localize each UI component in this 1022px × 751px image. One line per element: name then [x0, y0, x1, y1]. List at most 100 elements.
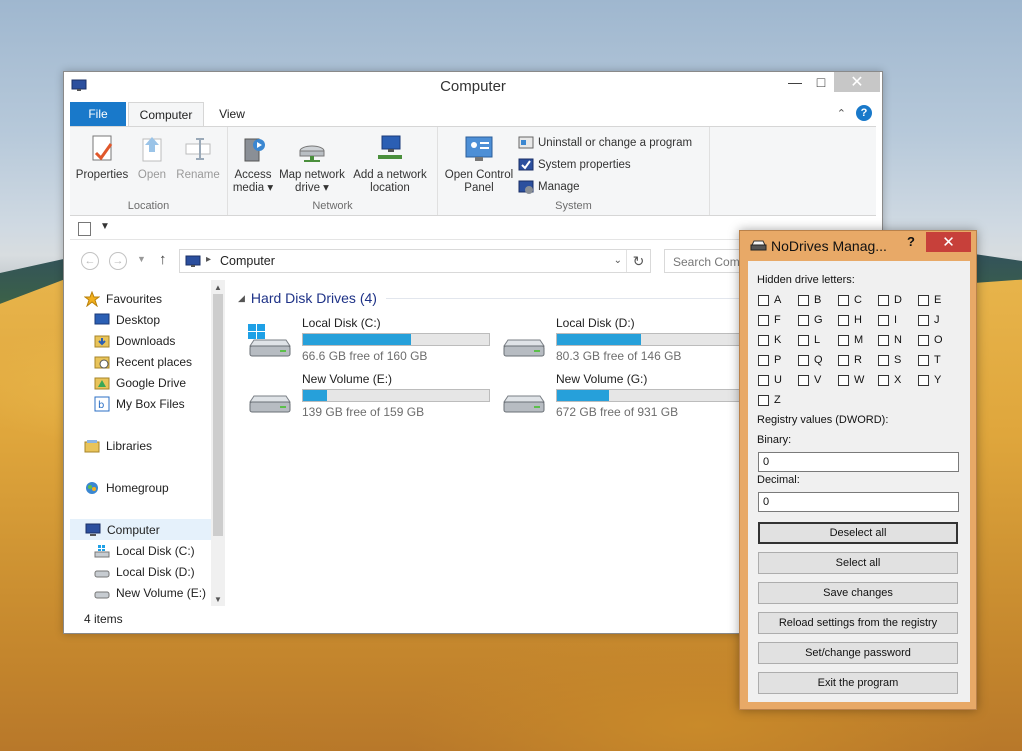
chevron-down-icon[interactable]: ⌄ — [614, 255, 622, 266]
checkbox-box[interactable] — [758, 294, 769, 306]
binary-field[interactable] — [758, 452, 959, 472]
scrollbar-thumb[interactable] — [213, 294, 223, 536]
drive-letter-checkbox[interactable]: A — [758, 294, 781, 306]
sidebar-item-homegroup[interactable]: Homegroup — [84, 477, 215, 498]
help-icon[interactable]: ? — [856, 105, 872, 121]
drive-letter-checkbox[interactable]: K — [758, 334, 781, 346]
set-password-button[interactable]: Set/change password — [758, 642, 958, 664]
reload-settings-button[interactable]: Reload settings from the registry — [758, 612, 958, 634]
checkbox-box[interactable] — [798, 374, 809, 386]
drive-letter-checkbox[interactable]: Y — [918, 374, 941, 386]
explorer-titlebar[interactable]: Computer — □ ✕ — [64, 72, 882, 101]
drive-letter-checkbox[interactable]: R — [838, 354, 862, 366]
checkbox-box[interactable] — [838, 294, 849, 306]
drive-letter-checkbox[interactable]: F — [758, 314, 781, 326]
address-bar[interactable]: ▸ Computer ⌄ ↻ — [179, 249, 651, 273]
drive-letter-checkbox[interactable]: Z — [758, 394, 781, 406]
drive-letter-checkbox[interactable]: C — [838, 294, 862, 306]
sidebar-item-google-drive[interactable]: Google Drive — [94, 372, 215, 393]
drive-tile[interactable]: Local Disk (C:) 66.6 GB free of 160 GB — [242, 316, 492, 366]
checkbox-box[interactable] — [878, 374, 889, 386]
forward-button[interactable]: → — [109, 252, 127, 270]
drive-letter-checkbox[interactable]: S — [878, 354, 901, 366]
drive-letter-checkbox[interactable]: W — [838, 374, 864, 386]
breadcrumb-chevron-icon[interactable]: ▸ — [206, 254, 211, 265]
sidebar-item-favourites[interactable]: Favourites — [84, 288, 215, 309]
drive-letter-checkbox[interactable]: N — [878, 334, 902, 346]
drive-letter-checkbox[interactable]: V — [798, 374, 821, 386]
checkbox-box[interactable] — [758, 394, 769, 406]
checkbox-box[interactable] — [798, 334, 809, 346]
drive-letter-checkbox[interactable]: T — [918, 354, 941, 366]
manage-button[interactable]: Manage — [518, 179, 580, 195]
drive-letter-checkbox[interactable]: X — [878, 374, 901, 386]
sidebar-item-local-disk-c[interactable]: Local Disk (C:) — [94, 540, 215, 561]
checkbox-box[interactable] — [838, 334, 849, 346]
open-button[interactable]: Open — [132, 133, 172, 182]
checkbox-box[interactable] — [878, 334, 889, 346]
maximize-button[interactable]: □ — [808, 72, 834, 92]
group-header[interactable]: ◢ Hard Disk Drives (4) — [238, 290, 377, 306]
drive-letter-checkbox[interactable]: B — [798, 294, 821, 306]
drive-letter-checkbox[interactable]: L — [798, 334, 820, 346]
access-media-button[interactable]: Access media ▾ — [232, 133, 274, 195]
sidebar-item-libraries[interactable]: Libraries — [84, 435, 215, 456]
tab-file[interactable]: File — [70, 102, 126, 126]
checkbox-box[interactable] — [878, 314, 889, 326]
checkbox-box[interactable] — [918, 374, 929, 386]
checkbox-box[interactable] — [878, 354, 889, 366]
drive-letter-checkbox[interactable]: J — [918, 314, 940, 326]
map-network-drive-button[interactable]: Map network drive ▾ — [276, 133, 348, 195]
checkbox-box[interactable] — [918, 354, 929, 366]
scroll-down-icon[interactable]: ▼ — [211, 592, 225, 606]
checkbox-box[interactable] — [838, 374, 849, 386]
checkbox-box[interactable] — [798, 294, 809, 306]
checkbox-box[interactable] — [918, 314, 929, 326]
exit-program-button[interactable]: Exit the program — [758, 672, 958, 694]
select-all-button[interactable]: Select all — [758, 552, 958, 574]
checkbox-box[interactable] — [838, 354, 849, 366]
save-changes-button[interactable]: Save changes — [758, 582, 958, 604]
checkbox-box[interactable] — [798, 354, 809, 366]
drive-letter-checkbox[interactable]: G — [798, 314, 823, 326]
drive-tile[interactable]: New Volume (G:) 672 GB free of 931 GB — [496, 372, 746, 422]
sidebar-item-new-volume-e[interactable]: New Volume (E:) — [94, 582, 215, 603]
recent-locations-icon[interactable]: ▼ — [137, 254, 146, 264]
drive-letter-checkbox[interactable]: Q — [798, 354, 823, 366]
deselect-all-button[interactable]: Deselect all — [758, 522, 958, 544]
sidebar-item-local-disk-d[interactable]: Local Disk (D:) — [94, 561, 215, 582]
sidebar-item-my-box-files[interactable]: b My Box Files — [94, 393, 215, 414]
checkbox-box[interactable] — [798, 314, 809, 326]
close-button[interactable]: ✕ — [834, 72, 880, 92]
refresh-button[interactable]: ↻ — [626, 250, 650, 272]
drive-letter-checkbox[interactable]: O — [918, 334, 943, 346]
checkbox-box[interactable] — [758, 374, 769, 386]
drive-tile[interactable]: Local Disk (D:) 80.3 GB free of 146 GB — [496, 316, 746, 366]
drive-letter-checkbox[interactable]: E — [918, 294, 941, 306]
close-button[interactable]: ✕ — [926, 232, 971, 252]
drive-letter-checkbox[interactable]: M — [838, 334, 863, 346]
sidebar-item-downloads[interactable]: Downloads — [94, 330, 215, 351]
scroll-up-icon[interactable]: ▲ — [211, 280, 225, 294]
checkbox-box[interactable] — [758, 314, 769, 326]
collapse-ribbon-icon[interactable]: ⌃ — [837, 107, 846, 120]
sidebar-item-computer[interactable]: Computer — [70, 519, 215, 540]
checkbox-box[interactable] — [758, 334, 769, 346]
drive-tile[interactable]: New Volume (E:) 139 GB free of 159 GB — [242, 372, 492, 422]
help-button[interactable]: ? — [907, 234, 915, 249]
checkbox-box[interactable] — [758, 354, 769, 366]
tab-computer[interactable]: Computer — [128, 102, 204, 127]
drive-letter-checkbox[interactable]: U — [758, 374, 782, 386]
drive-letter-checkbox[interactable]: I — [878, 314, 897, 326]
sidebar-item-desktop[interactable]: Desktop — [94, 309, 215, 330]
checkbox-box[interactable] — [918, 334, 929, 346]
add-network-location-button[interactable]: Add a network location — [350, 133, 430, 195]
system-properties-button[interactable]: System properties — [518, 157, 631, 173]
drive-letter-checkbox[interactable]: H — [838, 314, 862, 326]
back-button[interactable]: ← — [81, 252, 99, 270]
navigation-scrollbar[interactable]: ▲ ▼ — [211, 280, 225, 606]
checkbox-box[interactable] — [878, 294, 889, 306]
checkbox-box[interactable] — [918, 294, 929, 306]
sidebar-item-recent-places[interactable]: Recent places — [94, 351, 215, 372]
up-button[interactable]: ↑ — [159, 251, 167, 268]
